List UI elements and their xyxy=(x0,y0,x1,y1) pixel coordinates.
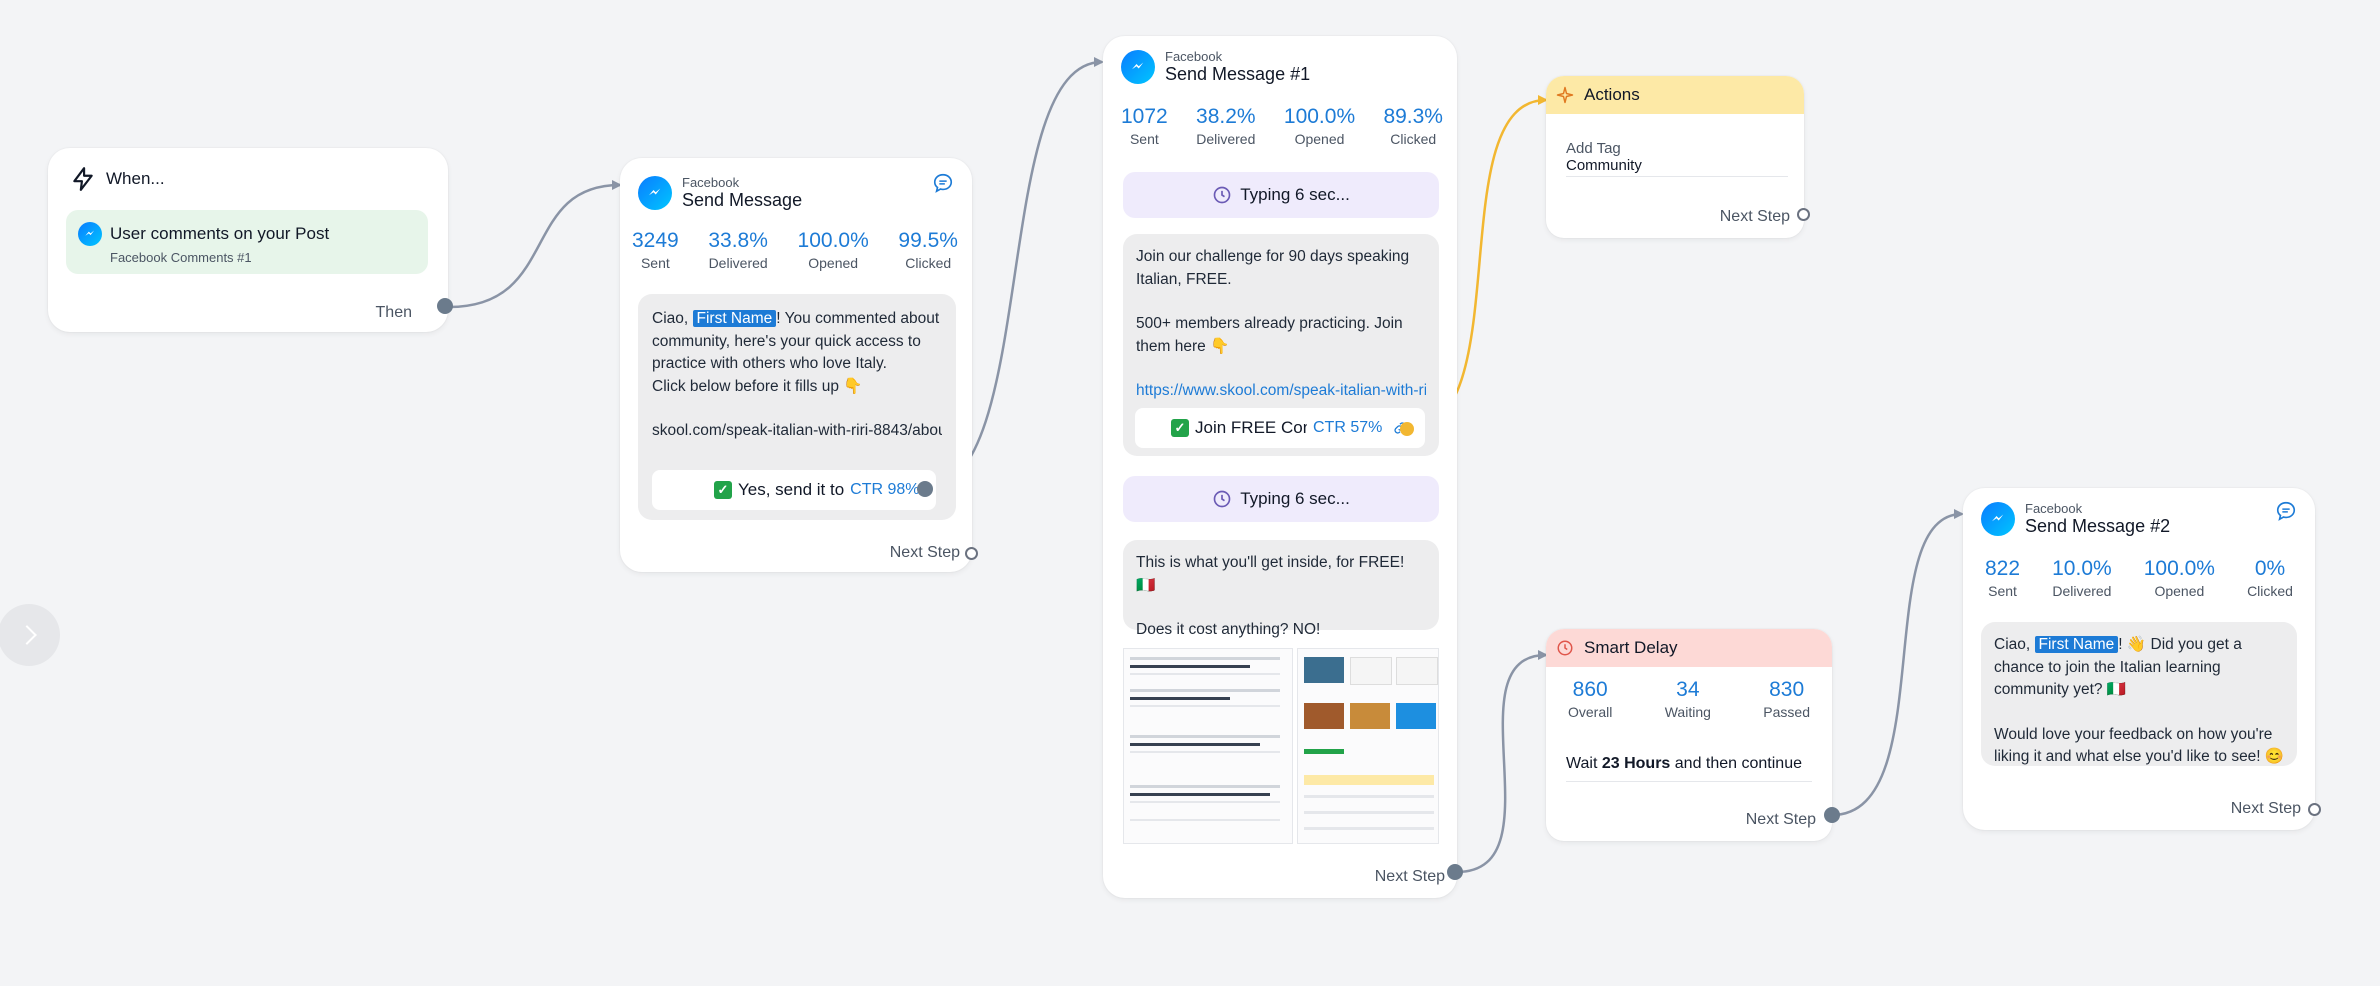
send-message-2-card[interactable]: Facebook Send Message #2 822 Sent 10.0% De… xyxy=(1963,488,2321,830)
message-link[interactable]: https://www.skool.com/speak-italian-with… xyxy=(1136,380,1426,403)
stat-sent: 1072 Sent xyxy=(1121,105,1168,147)
stat-opened: 100.0% Opened xyxy=(797,229,869,271)
chevron-right-icon xyxy=(17,625,37,645)
first-name-tag: First Name xyxy=(692,310,777,327)
delay-next-port[interactable] xyxy=(1824,807,1840,823)
wire-trigger-to-msg1 xyxy=(448,180,622,309)
message-button[interactable]: ✓ Yes, send it to CTR 98% xyxy=(652,470,936,510)
trigger-title: When... xyxy=(106,169,165,188)
join-community-button[interactable]: ✓ Join FREE Community CTR 57% xyxy=(1135,408,1425,448)
comment-icon[interactable] xyxy=(2275,500,2297,522)
stat-delivered: 10.0% Delivered xyxy=(2052,557,2112,599)
clock-icon xyxy=(1557,640,1573,656)
stat-clicked: 0% Clicked xyxy=(2247,557,2293,599)
stat-clicked: 99.5% Clicked xyxy=(898,229,958,271)
next-step-port[interactable] xyxy=(1447,864,1463,880)
first-name-tag: First Name xyxy=(2034,636,2119,653)
gallery-image-posts xyxy=(1123,648,1293,844)
platform-label: Facebook xyxy=(682,175,740,190)
stat-passed: 830 Passed xyxy=(1763,678,1810,720)
button-port[interactable] xyxy=(1400,422,1414,436)
message-bubble[interactable]: Ciao, First Name! 👋 Did you get a chance… xyxy=(1981,622,2297,766)
checkmark-icon: ✓ xyxy=(1171,419,1189,437)
actions-card[interactable]: Actions Add Tag Community Next Step xyxy=(1546,76,1804,238)
stats-row: 3249 Sent 33.8% Delivered 100.0% Opened 99.… xyxy=(632,228,958,272)
stats-row: 860 Overall 34 Waiting 830 Passed xyxy=(1568,677,1810,721)
stat-clicked: 89.3% Clicked xyxy=(1383,105,1443,147)
typing-delay-1[interactable]: Typing 6 sec... xyxy=(1123,172,1439,218)
delay-header: Smart Delay xyxy=(1546,629,1832,667)
next-step-port[interactable] xyxy=(965,547,978,560)
stat-opened: 100.0% Opened xyxy=(2143,557,2215,599)
image-gallery[interactable] xyxy=(1123,648,1439,844)
messenger-icon xyxy=(1121,50,1155,84)
sidebar-toggle[interactable] xyxy=(0,604,60,666)
wait-description[interactable]: Wait 23 Hours and then continue xyxy=(1566,755,1812,782)
clock-icon xyxy=(1213,186,1231,204)
messenger-icon xyxy=(78,222,102,246)
card-title: Send Message #2 xyxy=(2025,516,2171,536)
sparkle-icon xyxy=(1556,86,1574,104)
next-step-label: Next Step xyxy=(2230,800,2301,817)
actions-header: Actions xyxy=(1546,76,1804,114)
wire-msg-1-to-delay xyxy=(1456,650,1548,874)
then-port[interactable] xyxy=(437,298,453,314)
message-link[interactable]: skool.com/speak-italian-with-riri-8843/a… xyxy=(652,420,942,443)
stats-row: 1072 Sent 38.2% Delivered 100.0% Opened 89.… xyxy=(1121,104,1443,148)
next-step-label: Next Step xyxy=(889,544,960,561)
send-message-card[interactable]: Facebook Send Message 3249 Sent 33.8% Deli… xyxy=(620,158,978,572)
stat-opened: 100.0% Opened xyxy=(1283,105,1356,147)
stat-delivered: 33.8% Delivered xyxy=(708,229,768,271)
trigger-event[interactable]: User comments on your Post Facebook Comm… xyxy=(66,210,428,274)
stat-overall: 860 Overall xyxy=(1568,678,1613,720)
stat-sent: 3249 Sent xyxy=(632,229,679,271)
gallery-image-tiles xyxy=(1297,648,1439,844)
card-title: Send Message xyxy=(682,190,803,210)
message-bubble-2[interactable]: This is what you'll get inside, for FREE… xyxy=(1123,540,1439,638)
typing-delay-2[interactable]: Typing 6 sec... xyxy=(1123,476,1439,522)
next-step-label: Next Step xyxy=(1745,811,1816,828)
button-port[interactable] xyxy=(917,481,933,497)
trigger-source-label: Facebook Comments #1 xyxy=(110,250,252,265)
clock-icon xyxy=(1213,490,1231,508)
next-step-label: Next Step xyxy=(1719,208,1790,225)
send-message-1-card[interactable]: Facebook Send Message #1 1072 Sent 38.2% D… xyxy=(1103,36,1463,898)
stats-row: 822 Sent 10.0% Delivered 100.0% Opened 0% Cl… xyxy=(1985,556,2293,600)
actions-next-port[interactable] xyxy=(1797,208,1810,221)
then-label: Then xyxy=(375,304,412,321)
stat-sent: 822 Sent xyxy=(1985,557,2021,599)
wire-delay-to-msg2 xyxy=(1831,509,1964,817)
next-step-port[interactable] xyxy=(2308,803,2321,816)
stat-delivered: 38.2% Delivered xyxy=(1196,105,1256,147)
stat-waiting: 34 Waiting xyxy=(1664,678,1711,720)
messenger-icon xyxy=(638,176,672,210)
smart-delay-card[interactable]: Smart Delay 860 Overall 34 Waiting 830 Pass… xyxy=(1546,629,1832,841)
add-tag-field[interactable]: Add Tag Community xyxy=(1566,140,1788,177)
checkmark-icon: ✓ xyxy=(714,481,732,499)
platform-label: Facebook xyxy=(2025,501,2083,516)
trigger-event-label: User comments on your Post xyxy=(110,224,330,243)
lightning-icon xyxy=(73,167,93,191)
trigger-card[interactable]: When... User comments on your Post Faceb… xyxy=(48,148,453,332)
messenger-icon xyxy=(1981,502,2015,536)
comment-icon[interactable] xyxy=(932,172,954,194)
platform-label: Facebook xyxy=(1165,49,1223,64)
next-step-label: Next Step xyxy=(1374,868,1445,885)
card-title: Send Message #1 xyxy=(1165,64,1311,84)
